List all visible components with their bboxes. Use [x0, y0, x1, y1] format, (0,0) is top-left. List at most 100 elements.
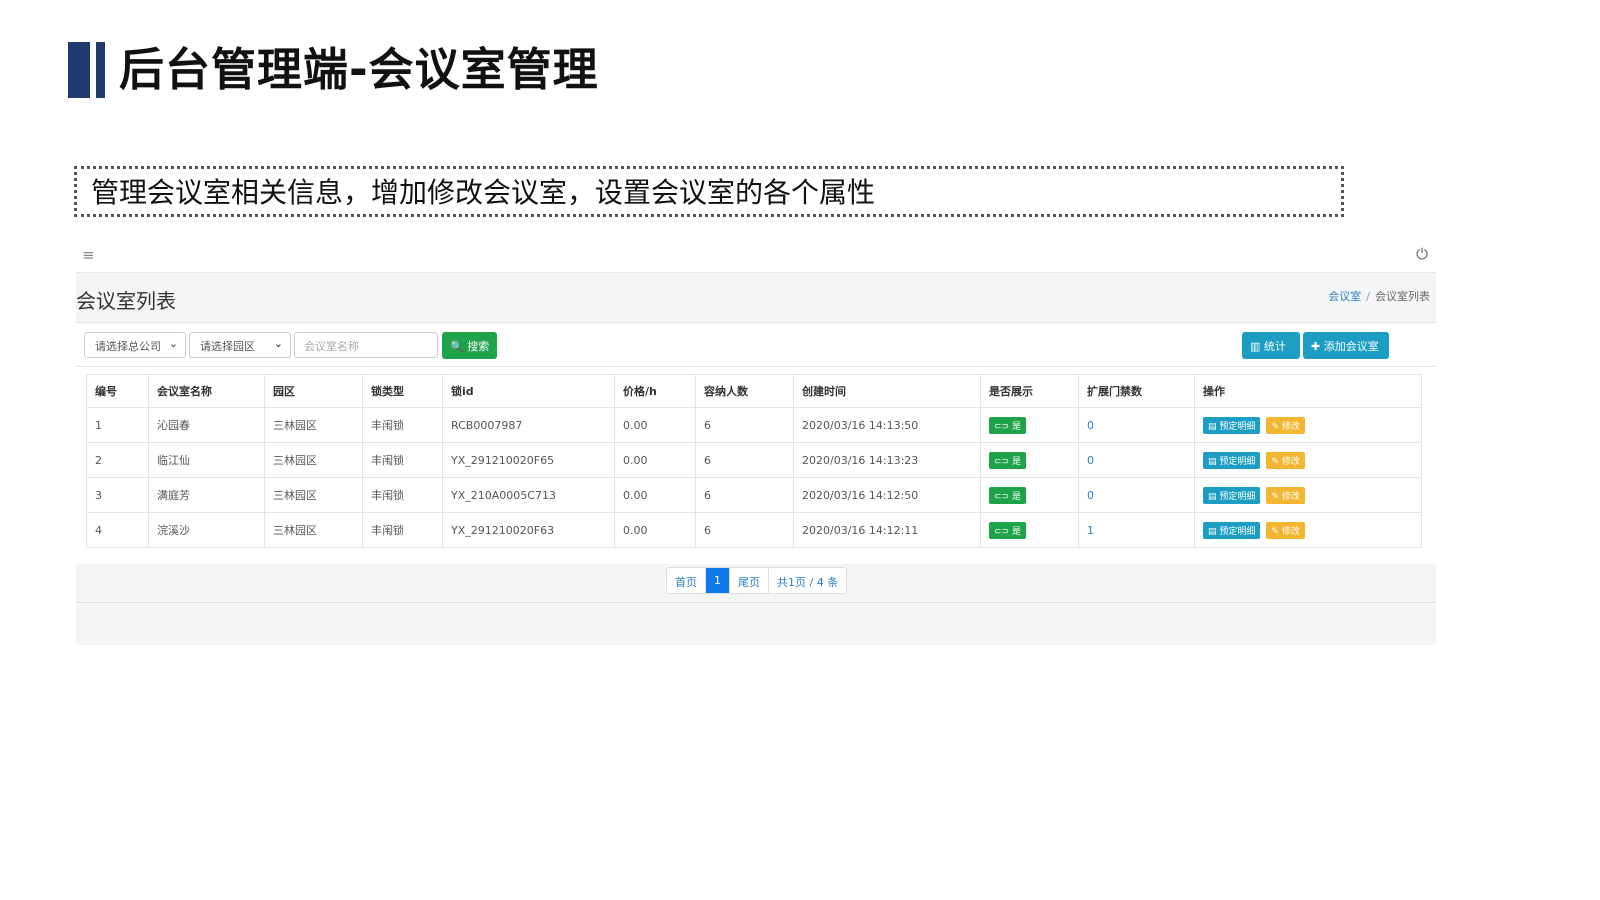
col-header-show[interactable]: 是否展示 [980, 374, 1079, 408]
pager-summary: 共1页 / 4 条 [777, 576, 839, 589]
title-accent-bar-thin [96, 42, 105, 98]
calendar-icon: ▤ [1208, 491, 1217, 502]
cell-park: 三林园区 [264, 512, 363, 548]
table-panel: 编号 会议室名称 园区 锁类型 锁id 价格/h 容纳人数 创建时间 是否展示 … [76, 367, 1436, 564]
stats-button-label: 统计 [1263, 340, 1286, 353]
pager-first-link[interactable]: 首页 [667, 568, 706, 593]
edit-button[interactable]: ✎ 修改 [1266, 451, 1305, 469]
cell-created: 2020/03/16 14:12:11 [793, 512, 981, 548]
col-header-lock-id[interactable]: 锁id [442, 374, 615, 408]
cell-name: 临江仙 [148, 442, 265, 478]
description-box: 管理会议室相关信息，增加修改会议室，设置会议室的各个属性 [74, 166, 1344, 217]
show-toggle-badge[interactable]: ⊂⊃ 是 [989, 486, 1026, 504]
table-header-row: 编号 会议室名称 园区 锁类型 锁id 价格/h 容纳人数 创建时间 是否展示 … [86, 374, 1422, 408]
search-icon: 🔍 [450, 340, 464, 353]
booking-detail-button[interactable]: ▤ 预定明细 [1203, 486, 1261, 504]
col-header-price[interactable]: 价格/h [614, 374, 696, 408]
cell-id: 3 [86, 477, 149, 513]
cell-capacity: 6 [695, 442, 794, 478]
cell-show: ⊂⊃ 是 [980, 442, 1079, 478]
edit-icon: ✎ [1271, 456, 1279, 467]
col-header-ext[interactable]: 扩展门禁数 [1078, 374, 1195, 408]
col-header-actions: 操作 [1194, 374, 1422, 408]
park-select-value: 请选择园区 [200, 340, 255, 353]
bar-chart-icon: ▥ [1250, 340, 1261, 353]
col-header-created[interactable]: 创建时间 [793, 374, 981, 408]
search-button-label: 搜索 [467, 340, 490, 353]
cell-actions: ▤ 预定明细 ✎ 修改 [1194, 442, 1422, 478]
chevron-down-icon: ⌄ [273, 337, 283, 350]
edit-icon: ✎ [1271, 421, 1279, 432]
room-name-input[interactable]: 会议室名称 [294, 332, 438, 358]
cell-ext-link[interactable]: 0 [1078, 407, 1195, 443]
park-select[interactable]: 请选择园区 ⌄ [189, 332, 291, 358]
booking-detail-button[interactable]: ▤ 预定明细 [1203, 451, 1261, 469]
cell-price: 0.00 [614, 477, 696, 513]
breadcrumb-separator: / [1366, 290, 1370, 303]
cell-lock-type: 丰闱锁 [362, 477, 443, 513]
edit-label: 修改 [1281, 456, 1300, 467]
show-toggle-badge[interactable]: ⊂⊃ 是 [989, 416, 1026, 434]
cell-name: 沁园春 [148, 407, 265, 443]
table-row: 3 满庭芳 三林园区 丰闱锁 YX_210A0005C713 0.00 6 20… [86, 477, 1422, 513]
breadcrumb: 会议室 / 会议室列表 [1328, 288, 1430, 304]
cell-actions: ▤ 预定明细 ✎ 修改 [1194, 512, 1422, 548]
booking-detail-label: 预定明细 [1219, 456, 1256, 467]
col-header-lock-type[interactable]: 锁类型 [362, 374, 443, 408]
power-icon[interactable]: ⏻ [1416, 245, 1428, 263]
search-button[interactable]: 🔍 搜索 [442, 332, 497, 359]
slide-header: 后台管理端-会议室管理 [68, 42, 599, 98]
col-header-id[interactable]: 编号 [86, 374, 149, 408]
show-badge-label: 是 [1011, 421, 1021, 432]
edit-label: 修改 [1281, 491, 1300, 502]
toggle-icon: ⊂⊃ [994, 421, 1010, 432]
edit-button[interactable]: ✎ 修改 [1266, 416, 1305, 434]
plus-icon: ✚ [1311, 340, 1321, 353]
add-room-button[interactable]: ✚ 添加会议室 [1303, 332, 1389, 359]
add-room-button-label: 添加会议室 [1323, 340, 1379, 353]
cell-id: 1 [86, 407, 149, 443]
cell-ext-link[interactable]: 0 [1078, 477, 1195, 513]
company-select[interactable]: 请选择总公司 ⌄ [84, 332, 186, 358]
calendar-icon: ▤ [1208, 421, 1217, 432]
cell-show: ⊂⊃ 是 [980, 407, 1079, 443]
col-header-park[interactable]: 园区 [264, 374, 363, 408]
cell-capacity: 6 [695, 512, 794, 548]
cell-created: 2020/03/16 14:13:23 [793, 442, 981, 478]
cell-lock-type: 丰闱锁 [362, 512, 443, 548]
pagination: 首页 1 尾页 共1页 / 4 条 [666, 567, 848, 594]
show-toggle-badge[interactable]: ⊂⊃ 是 [989, 451, 1026, 469]
cell-lock-type: 丰闱锁 [362, 442, 443, 478]
booking-detail-button[interactable]: ▤ 预定明细 [1203, 521, 1261, 539]
cell-lock-id: RCB0007987 [442, 407, 615, 443]
show-toggle-badge[interactable]: ⊂⊃ 是 [989, 521, 1026, 539]
col-header-name[interactable]: 会议室名称 [148, 374, 265, 408]
cell-park: 三林园区 [264, 477, 363, 513]
cell-lock-id: YX_291210020F63 [442, 512, 615, 548]
edit-button[interactable]: ✎ 修改 [1266, 486, 1305, 504]
cell-id: 2 [86, 442, 149, 478]
table-row: 2 临江仙 三林园区 丰闱锁 YX_291210020F65 0.00 6 20… [86, 442, 1422, 478]
toggle-icon: ⊂⊃ [994, 526, 1010, 537]
cell-actions: ▤ 预定明细 ✎ 修改 [1194, 477, 1422, 513]
cell-ext-link[interactable]: 0 [1078, 442, 1195, 478]
cell-lock-id: YX_291210020F65 [442, 442, 615, 478]
cell-park: 三林园区 [264, 407, 363, 443]
menu-icon[interactable]: ≡ [82, 246, 95, 264]
rooms-table: 编号 会议室名称 园区 锁类型 锁id 价格/h 容纳人数 创建时间 是否展示 … [86, 374, 1422, 548]
breadcrumb-home-link[interactable]: 会议室 [1328, 290, 1361, 303]
title-accent-bar [68, 42, 90, 98]
page-title: 会议室列表 [76, 289, 176, 313]
pager-last-link[interactable]: 尾页 [730, 568, 769, 593]
edit-button[interactable]: ✎ 修改 [1266, 521, 1305, 539]
booking-detail-label: 预定明细 [1219, 421, 1256, 432]
col-header-capacity[interactable]: 容纳人数 [695, 374, 794, 408]
pager-current-page[interactable]: 1 [706, 568, 730, 593]
cell-price: 0.00 [614, 442, 696, 478]
cell-id: 4 [86, 512, 149, 548]
stats-button[interactable]: ▥ 统计 [1242, 332, 1300, 359]
booking-detail-button[interactable]: ▤ 预定明细 [1203, 416, 1261, 434]
cell-lock-id: YX_210A0005C713 [442, 477, 615, 513]
edit-label: 修改 [1281, 526, 1300, 537]
cell-ext-link[interactable]: 1 [1078, 512, 1195, 548]
